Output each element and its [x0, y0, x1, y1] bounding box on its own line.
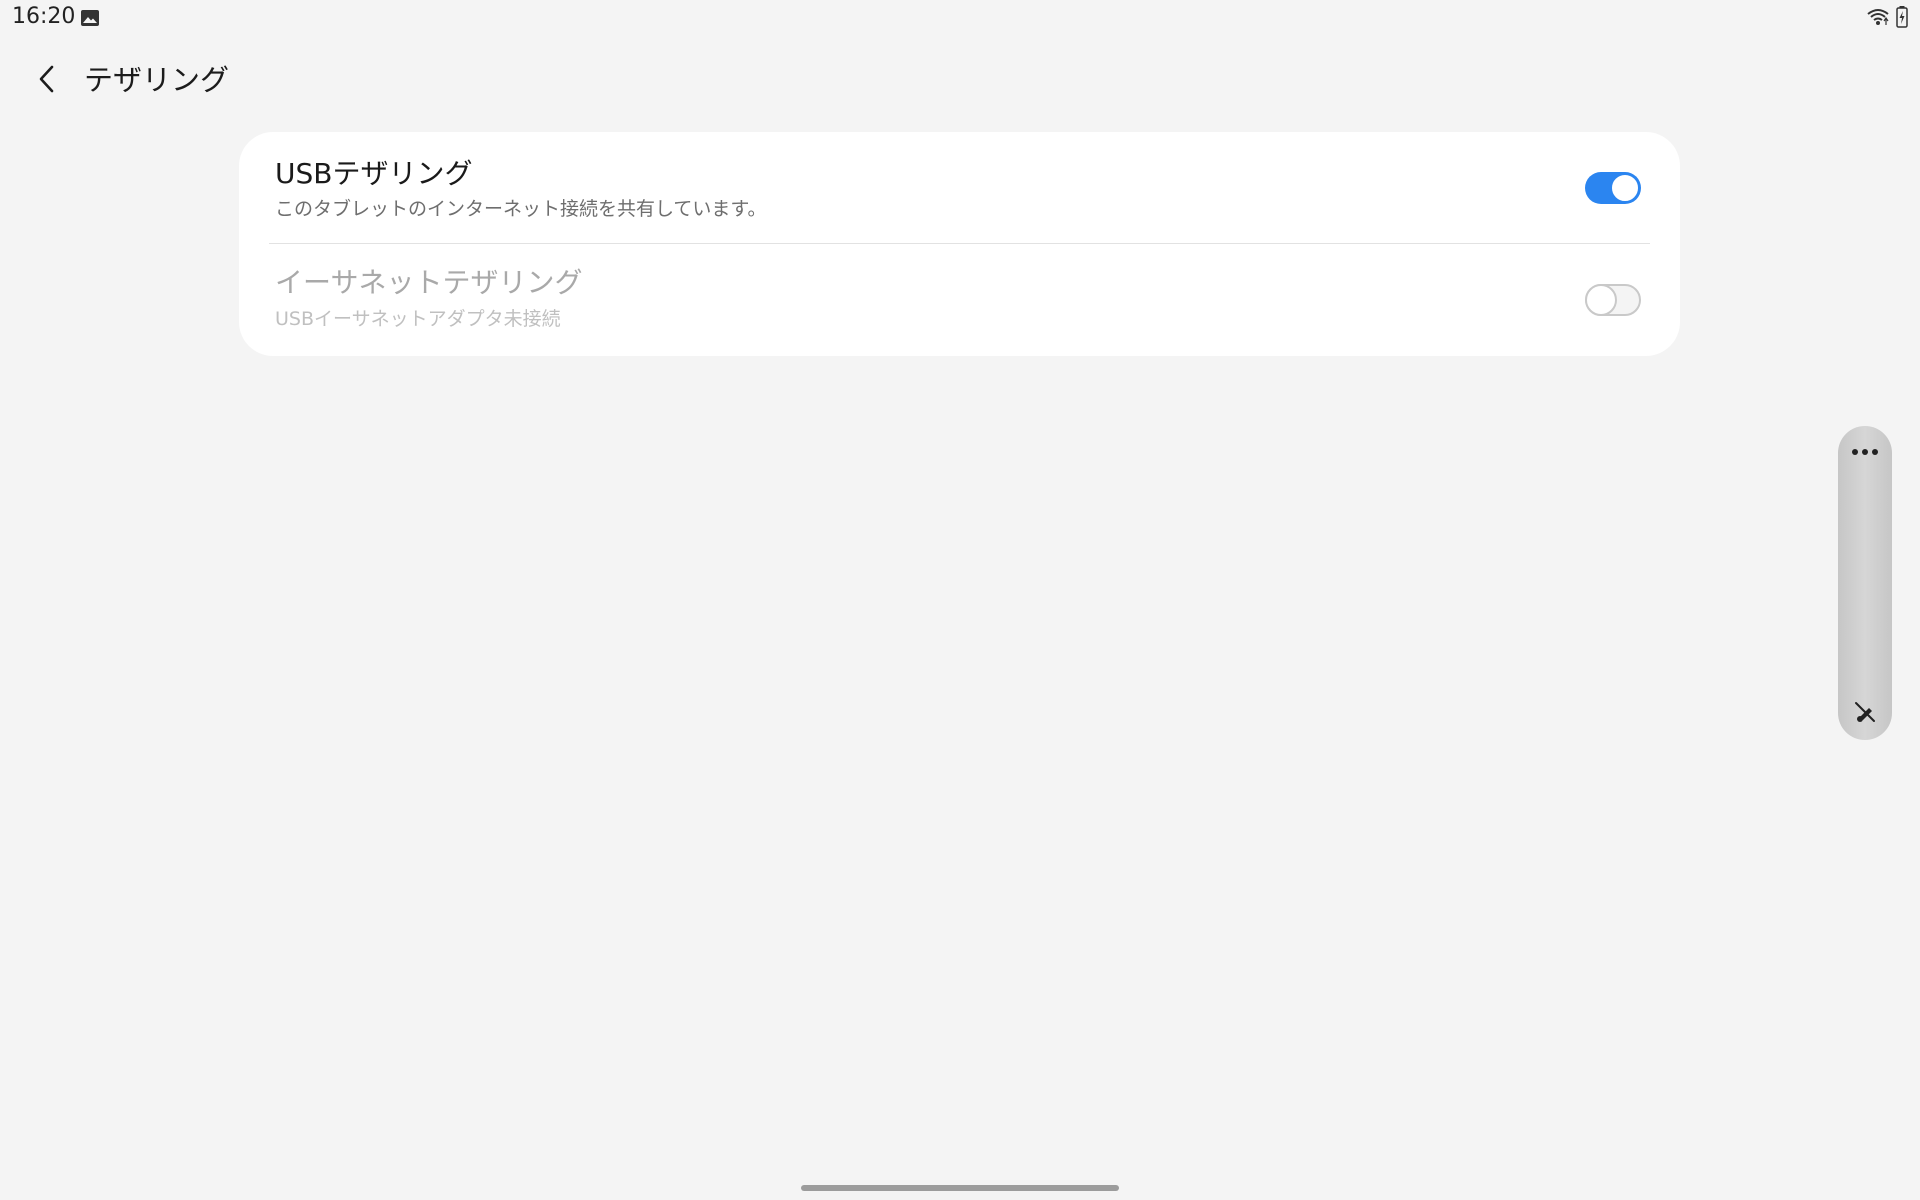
- setting-summary: このタブレットのインターネット接続を共有しています。: [275, 198, 767, 220]
- wifi-icon: [1866, 7, 1890, 31]
- edge-panel-handle[interactable]: [1838, 426, 1892, 740]
- setting-title: イーサネットテザリング: [275, 266, 583, 299]
- settings-card: USBテザリング このタブレットのインターネット接続を共有しています。 イーサネ…: [239, 132, 1680, 356]
- pen-off-icon[interactable]: [1851, 698, 1879, 726]
- gallery-icon: [80, 8, 100, 28]
- setting-summary: USBイーサネットアダプタ未接続: [275, 308, 561, 330]
- toggle-knob: [1585, 284, 1617, 316]
- page-title: テザリング: [84, 63, 230, 97]
- row-divider: [269, 243, 1650, 244]
- toggle-knob: [1610, 173, 1640, 203]
- usb-tethering-row[interactable]: USBテザリング このタブレットのインターネット接続を共有しています。: [239, 132, 1680, 243]
- app-header: テザリング: [0, 52, 1920, 108]
- battery-charging-icon: [1896, 6, 1908, 32]
- chevron-left-icon: [35, 64, 59, 98]
- more-horizontal-icon[interactable]: [1838, 442, 1892, 462]
- setting-title: USBテザリング: [275, 157, 473, 190]
- status-time: 16:20: [12, 4, 76, 29]
- usb-tethering-toggle[interactable]: [1585, 172, 1641, 204]
- navigation-handle[interactable]: [801, 1185, 1119, 1191]
- ethernet-tethering-row[interactable]: イーサネットテザリング USBイーサネットアダプタ未接続: [239, 245, 1680, 356]
- status-bar: 16:20: [0, 0, 1920, 38]
- ethernet-tethering-toggle[interactable]: [1585, 284, 1641, 316]
- status-right-icons: [1866, 6, 1908, 32]
- back-button[interactable]: [26, 60, 68, 102]
